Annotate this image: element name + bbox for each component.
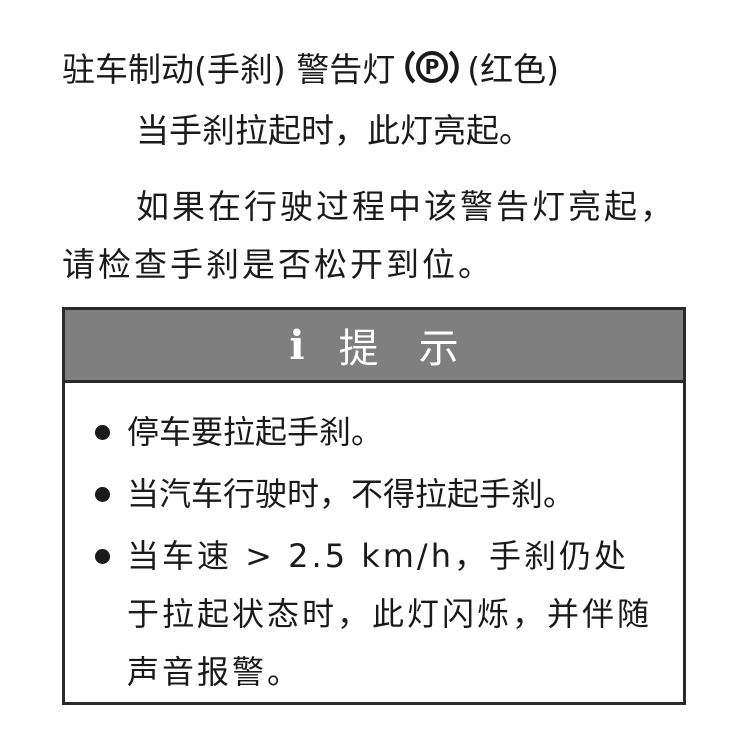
heading-color-note: (红色) xyxy=(467,50,559,89)
list-item: 停车要拉起手刹。 xyxy=(93,403,663,461)
info-icon: i xyxy=(289,321,305,369)
bullet-icon xyxy=(95,425,110,440)
paragraph-light-on: 当手刹拉起时，此灯亮起。 xyxy=(136,111,532,150)
tip-header: i 提示 xyxy=(65,310,683,383)
tip-box: i 提示 停车要拉起手刹。 当汽车行驶时，不得拉起手刹。 当车速 > 2.5 k… xyxy=(62,307,686,705)
list-item: 当车速 > 2.5 km/h，手刹仍处于拉起状态时，此灯闪烁，并伴随声音报警。 xyxy=(93,527,663,701)
heading-text: 驻车制动(手刹) 警告灯 xyxy=(62,50,396,89)
tip-item-text: 当车速 > 2.5 km/h，手刹仍处于拉起状态时，此灯闪烁，并伴随声音报警。 xyxy=(127,537,653,691)
paragraph-check-brake: 如果在行驶过程中该警告灯亮起，请检查手刹是否松开到位。 xyxy=(62,187,676,284)
bullet-icon xyxy=(95,549,110,564)
symbol-letter: P xyxy=(425,55,440,79)
tip-title: 提示 xyxy=(338,326,499,372)
tip-list: 停车要拉起手刹。 当汽车行驶时，不得拉起手刹。 当车速 > 2.5 km/h，手… xyxy=(65,383,683,701)
warning-light-heading: 驻车制动(手刹) 警告灯 P (红色) xyxy=(62,40,559,94)
tip-item-text: 停车要拉起手刹。 xyxy=(127,413,384,451)
bullet-icon xyxy=(95,487,110,502)
parking-brake-icon: P xyxy=(405,50,460,84)
tip-item-text: 当汽车行驶时，不得拉起手刹。 xyxy=(127,475,576,513)
list-item: 当汽车行驶时，不得拉起手刹。 xyxy=(93,465,663,523)
